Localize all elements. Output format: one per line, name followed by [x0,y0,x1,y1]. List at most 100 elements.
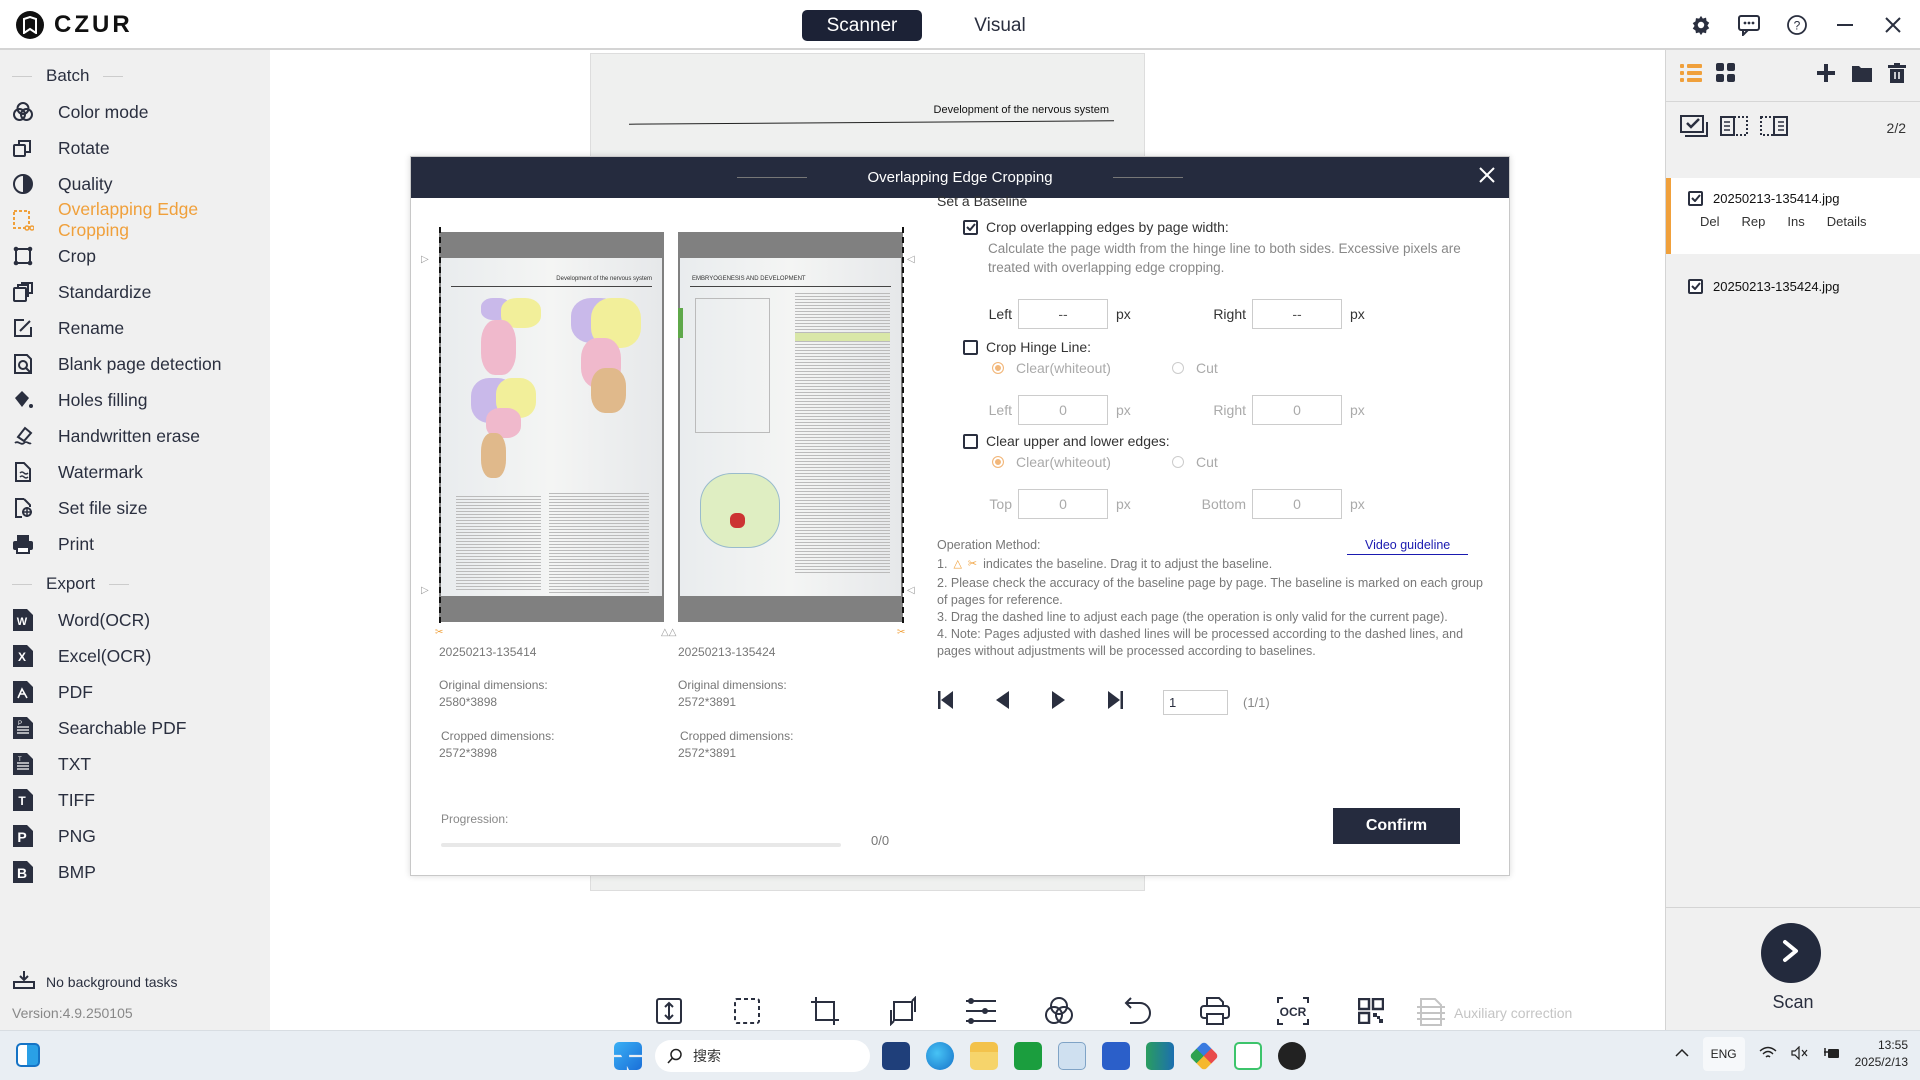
close-icon[interactable] [1880,12,1906,38]
clear-edges-option[interactable]: Clear upper and lower edges: [963,433,1497,449]
edges-clear-radio[interactable]: Clear(whiteout) [992,454,1172,470]
chevron-up-icon[interactable] [1675,1047,1689,1061]
trash-icon[interactable] [1888,63,1906,88]
hinge-clear-radio[interactable]: Clear(whiteout) [992,360,1172,376]
edges-bottom-input[interactable]: 0 [1252,489,1342,519]
taskbar-search[interactable]: 搜索 [655,1040,870,1072]
hinge-cut-radio[interactable]: Cut [1172,360,1352,376]
file-list-item[interactable]: 20250213-135414.jpg Del Rep Ins Details [1666,178,1920,254]
scissors-marker-icon[interactable]: ✂ [897,627,905,638]
start-menu-icon[interactable] [614,1042,642,1070]
file-checkbox[interactable] [1688,278,1703,294]
previous-page-button[interactable] [994,691,1051,715]
color-mode-button[interactable] [1020,995,1098,1031]
hinge-right-input[interactable]: 0 [1252,395,1342,425]
select-left-pages-icon[interactable] [1720,115,1748,141]
list-view-icon[interactable] [1680,63,1702,88]
export-txt[interactable]: T TXT [0,746,270,782]
select-region-button[interactable] [708,995,786,1031]
undo-button[interactable] [1098,995,1176,1031]
qr-code-button[interactable] [1332,995,1410,1031]
file-checkbox[interactable] [1688,190,1703,206]
sidebar-item-rotate[interactable]: Rotate [0,130,270,166]
page-number-input[interactable]: 1 [1163,690,1228,715]
sidebar-item-blank-page-detection[interactable]: Blank page detection [0,346,270,382]
last-page-button[interactable] [1108,691,1165,715]
system-clock[interactable]: 13:55 2025/2/13 [1855,1037,1908,1071]
neovim-icon[interactable] [1146,1042,1174,1070]
export-bmp[interactable]: B BMP [0,854,270,890]
help-icon[interactable]: ? [1784,12,1810,38]
battery-charging-icon[interactable] [1823,1046,1841,1063]
first-page-button[interactable] [937,691,994,715]
baseline-marker-icon[interactable]: ◁ [907,585,915,596]
crop-by-width-option[interactable]: Crop overlapping edges by page width: [963,219,1497,235]
baseline-marker-icon[interactable]: ▷ [421,585,429,596]
language-indicator[interactable]: ENG [1702,1037,1745,1071]
export-searchable-pdf[interactable]: P Searchable PDF [0,710,270,746]
adjust-button[interactable] [942,995,1020,1031]
crop-right-input[interactable]: -- [1252,299,1342,329]
sidebar-item-crop[interactable]: Crop [0,238,270,274]
sidebar-item-rename[interactable]: Rename [0,310,270,346]
crop-left-input[interactable]: -- [1018,299,1108,329]
sidebar-item-holes-filling[interactable]: Holes filling [0,382,270,418]
print-button[interactable] [1176,995,1254,1031]
edges-cut-radio[interactable]: Cut [1172,454,1352,470]
sidebar-item-print[interactable]: Print [0,526,270,562]
wechat-icon[interactable] [1234,1042,1262,1070]
sidebar-item-color-mode[interactable]: Color mode [0,94,270,130]
app-icon[interactable] [1189,1041,1219,1071]
tab-visual[interactable]: Visual [940,10,1060,41]
export-pdf[interactable]: PDF [0,674,270,710]
right-crop-handle[interactable] [902,227,904,623]
next-page-button[interactable] [1051,691,1108,715]
folder-icon[interactable] [1852,64,1872,87]
confirm-button[interactable]: Confirm [1333,808,1460,844]
chat-app-icon[interactable] [1014,1042,1042,1070]
auxiliary-correction-button[interactable]: Auxiliary correction [1416,995,1572,1031]
powershell-icon[interactable] [1102,1042,1130,1070]
sidebar-item-watermark[interactable]: Watermark [0,454,270,490]
insert-file-link[interactable]: Ins [1787,214,1804,229]
volume-muted-icon[interactable] [1791,1045,1809,1063]
export-tiff[interactable]: T TIFF [0,782,270,818]
feedback-icon[interactable] [1736,12,1762,38]
file-list-item[interactable]: 20250213-135424.jpg [1666,266,1920,306]
sidebar-item-set-file-size[interactable]: Set file size [0,490,270,526]
settings-icon[interactable] [1688,12,1714,38]
dialog-close-button[interactable] [1475,165,1499,189]
export-excel-ocr[interactable]: X Excel(OCR) [0,638,270,674]
minimize-icon[interactable] [1832,12,1858,38]
file-details-link[interactable]: Details [1827,214,1867,229]
sidebar-item-quality[interactable]: Quality [0,166,270,202]
resource-monitor-icon[interactable] [1058,1042,1086,1070]
crop-button[interactable] [786,995,864,1031]
page-height-button[interactable] [630,995,708,1031]
left-crop-handle[interactable] [439,227,441,623]
baseline-marker-icon[interactable]: ▷ [421,254,429,265]
rotate-button[interactable] [864,995,942,1031]
export-png[interactable]: P PNG [0,818,270,854]
edges-top-input[interactable]: 0 [1018,489,1108,519]
grid-view-icon[interactable] [1716,63,1736,88]
czur-app-icon[interactable] [1278,1042,1306,1070]
scan-button[interactable] [1761,923,1821,983]
hinge-left-input[interactable]: 0 [1018,395,1108,425]
export-word-ocr[interactable]: W Word(OCR) [0,602,270,638]
add-icon[interactable] [1816,63,1836,88]
crop-by-width-checkbox[interactable] [963,219,978,235]
select-all-icon[interactable] [1680,114,1708,142]
sidebar-item-handwritten-erase[interactable]: Handwritten erase [0,418,270,454]
crop-hinge-checkbox[interactable] [963,339,978,355]
clear-edges-checkbox[interactable] [963,433,978,449]
wifi-icon[interactable] [1759,1046,1777,1063]
file-explorer-icon[interactable] [970,1042,998,1070]
store-icon[interactable] [882,1042,910,1070]
tab-scanner[interactable]: Scanner [802,10,922,41]
video-guideline-link[interactable]: Video guideline [1347,537,1469,555]
background-tasks[interactable]: No background tasks [12,970,178,993]
hinge-marker-icon[interactable]: △△ [661,627,676,638]
ocr-button[interactable]: OCR [1254,995,1332,1031]
crop-hinge-option[interactable]: Crop Hinge Line: [963,339,1497,355]
